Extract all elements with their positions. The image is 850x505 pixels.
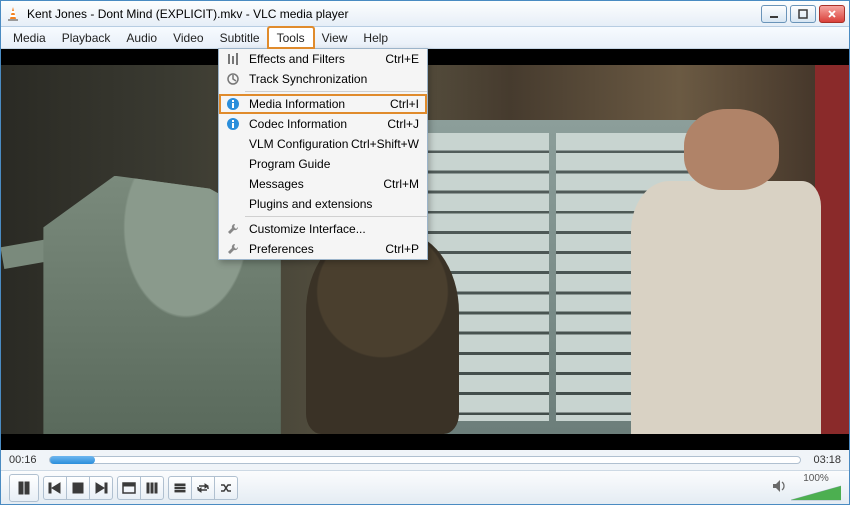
tools-menu-codec-information[interactable]: Codec InformationCtrl+J	[219, 114, 427, 134]
menu-item-label: Effects and Filters	[243, 52, 385, 66]
menu-view[interactable]: View	[314, 27, 356, 48]
close-button[interactable]	[819, 5, 845, 23]
tools-menu-customize-interface[interactable]: Customize Interface...	[219, 219, 427, 239]
next-button[interactable]	[89, 476, 113, 500]
menubar: MediaPlaybackAudioVideoSubtitleToolsView…	[1, 27, 849, 49]
tools-menu-track-synchronization[interactable]: Track Synchronization	[219, 69, 427, 89]
menu-audio[interactable]: Audio	[118, 27, 165, 48]
tools-menu-plugins-and-extensions[interactable]: Plugins and extensions	[219, 194, 427, 214]
stop-button[interactable]	[66, 476, 90, 500]
window-title: Kent Jones - Dont Mind (EXPLICIT).mkv - …	[27, 7, 761, 21]
nav-group	[43, 476, 113, 500]
menu-item-shortcut: Ctrl+J	[387, 117, 419, 131]
play-pause-button[interactable]	[9, 474, 39, 502]
tools-menu-messages[interactable]: MessagesCtrl+M	[219, 174, 427, 194]
view-group	[117, 476, 164, 500]
maximize-button[interactable]	[790, 5, 816, 23]
volume-control: 100%	[771, 473, 841, 502]
speaker-icon[interactable]	[771, 478, 787, 497]
playlist-group	[168, 476, 238, 500]
tools-menu-dropdown: Effects and FiltersCtrl+E Track Synchroni…	[218, 48, 428, 260]
wrench-icon	[223, 242, 243, 256]
menu-media[interactable]: Media	[5, 27, 54, 48]
fullscreen-button[interactable]	[117, 476, 141, 500]
menu-item-label: Program Guide	[243, 157, 419, 171]
tools-menu-program-guide[interactable]: Program Guide	[219, 154, 427, 174]
menu-item-shortcut: Ctrl+E	[385, 52, 419, 66]
extended-settings-button[interactable]	[140, 476, 164, 500]
seekbar-row: 00:16 03:18	[1, 450, 849, 470]
info-icon	[223, 97, 243, 111]
menu-subtitle[interactable]: Subtitle	[212, 27, 268, 48]
menu-video[interactable]: Video	[165, 27, 211, 48]
menu-separator	[245, 91, 427, 92]
menu-item-shortcut: Ctrl+Shift+W	[351, 137, 419, 151]
minimize-button[interactable]	[761, 5, 787, 23]
tools-menu-vlm-configuration[interactable]: VLM ConfigurationCtrl+Shift+W	[219, 134, 427, 154]
menu-item-label: Codec Information	[243, 117, 387, 131]
volume-percent-label: 100%	[803, 473, 829, 484]
menu-item-label: VLM Configuration	[243, 137, 351, 151]
menu-item-shortcut: Ctrl+I	[390, 97, 419, 111]
menu-item-label: Preferences	[243, 242, 385, 256]
menu-help[interactable]: Help	[355, 27, 396, 48]
shuffle-button[interactable]	[214, 476, 238, 500]
volume-slider[interactable]	[791, 484, 841, 502]
menu-item-label: Plugins and extensions	[243, 197, 419, 211]
tools-menu-effects-and-filters[interactable]: Effects and FiltersCtrl+E	[219, 49, 427, 69]
tools-menu-media-information[interactable]: Media InformationCtrl+I	[219, 94, 427, 114]
elapsed-time[interactable]: 00:16	[9, 454, 43, 466]
titlebar: Kent Jones - Dont Mind (EXPLICIT).mkv - …	[1, 1, 849, 27]
menu-item-label: Media Information	[243, 97, 390, 111]
wrench-icon	[223, 222, 243, 236]
menu-item-label: Customize Interface...	[243, 222, 419, 236]
total-time[interactable]: 03:18	[807, 454, 841, 466]
loop-button[interactable]	[191, 476, 215, 500]
seek-slider[interactable]	[49, 456, 801, 464]
menu-playback[interactable]: Playback	[54, 27, 119, 48]
window-buttons	[761, 5, 845, 23]
seek-fill	[50, 456, 95, 464]
menu-separator	[245, 216, 427, 217]
controls-bar: 100%	[1, 470, 849, 504]
menu-item-shortcut: Ctrl+P	[385, 242, 419, 256]
previous-button[interactable]	[43, 476, 67, 500]
menu-item-label: Messages	[243, 177, 383, 191]
tools-menu-preferences[interactable]: PreferencesCtrl+P	[219, 239, 427, 259]
menu-tools[interactable]: Tools	[268, 27, 314, 48]
info-icon	[223, 117, 243, 131]
menu-item-shortcut: Ctrl+M	[383, 177, 419, 191]
vlc-logo-icon	[5, 6, 21, 22]
app-window: Kent Jones - Dont Mind (EXPLICIT).mkv - …	[0, 0, 850, 505]
menu-item-label: Track Synchronization	[243, 72, 419, 86]
playlist-button[interactable]	[168, 476, 192, 500]
sync-icon	[223, 72, 243, 86]
equalizer-icon	[223, 52, 243, 66]
